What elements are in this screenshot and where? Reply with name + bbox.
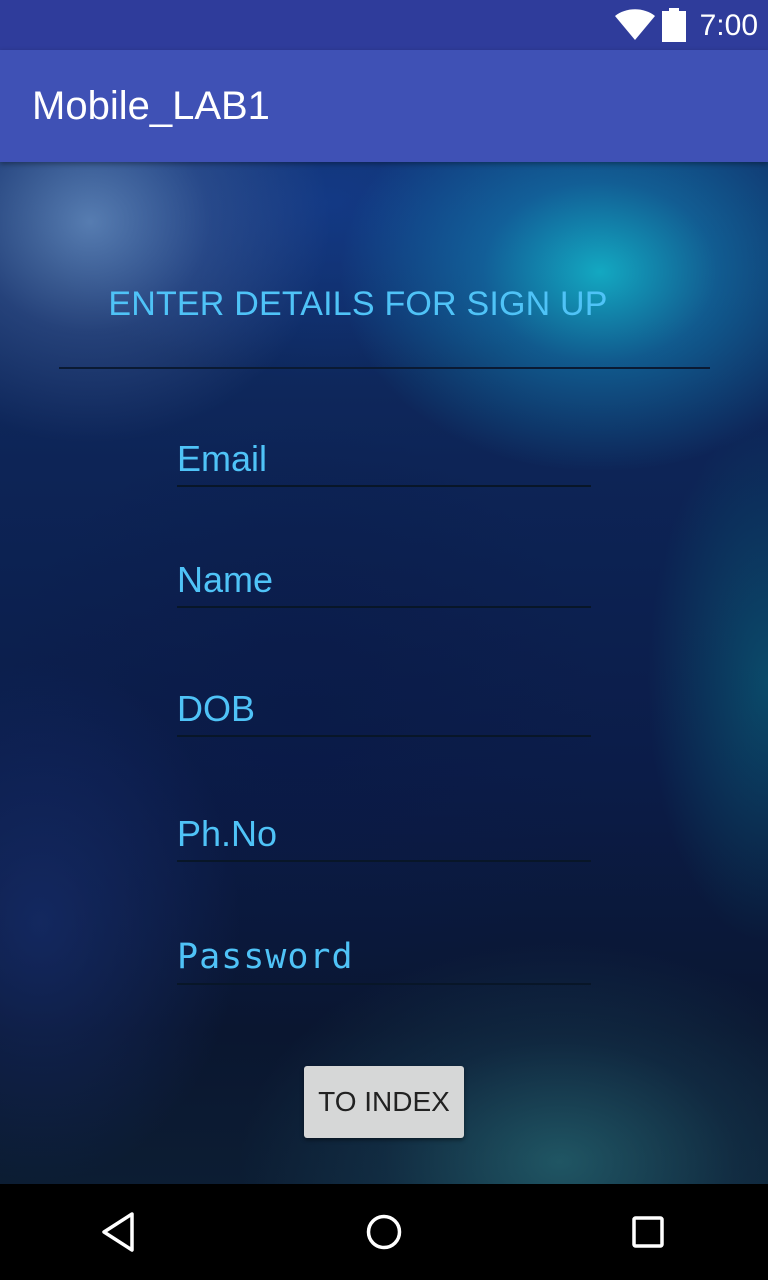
dob-field — [177, 685, 591, 737]
phone-input[interactable] — [177, 810, 591, 858]
status-time: 7:00 — [699, 9, 758, 42]
signup-heading: ENTER DETAILS FOR SIGN UP — [108, 285, 608, 323]
status-bar: 7:00 — [0, 0, 768, 50]
heading-divider — [59, 367, 710, 369]
battery-icon — [662, 8, 686, 42]
app-bar: Mobile_LAB1 — [0, 50, 768, 162]
home-icon[interactable] — [360, 1208, 408, 1256]
password-input[interactable] — [177, 933, 591, 981]
app-title: Mobile_LAB1 — [32, 84, 270, 128]
phone-field — [177, 810, 591, 862]
name-field — [177, 556, 591, 608]
to-index-button[interactable]: TO INDEX — [304, 1066, 464, 1138]
password-field — [177, 933, 591, 985]
name-input[interactable] — [177, 556, 591, 604]
email-input[interactable] — [177, 435, 591, 483]
navigation-bar — [0, 1184, 768, 1280]
dob-input[interactable] — [177, 685, 591, 733]
signup-content: ENTER DETAILS FOR SIGN UP TO INDEX — [0, 162, 768, 1184]
recents-icon[interactable] — [624, 1208, 672, 1256]
signup-screen: 7:00 Mobile_LAB1 ENTER DETAILS FOR SIGN … — [0, 0, 768, 1280]
wifi-icon — [615, 9, 655, 40]
back-icon[interactable] — [96, 1208, 144, 1256]
email-field — [177, 435, 591, 487]
